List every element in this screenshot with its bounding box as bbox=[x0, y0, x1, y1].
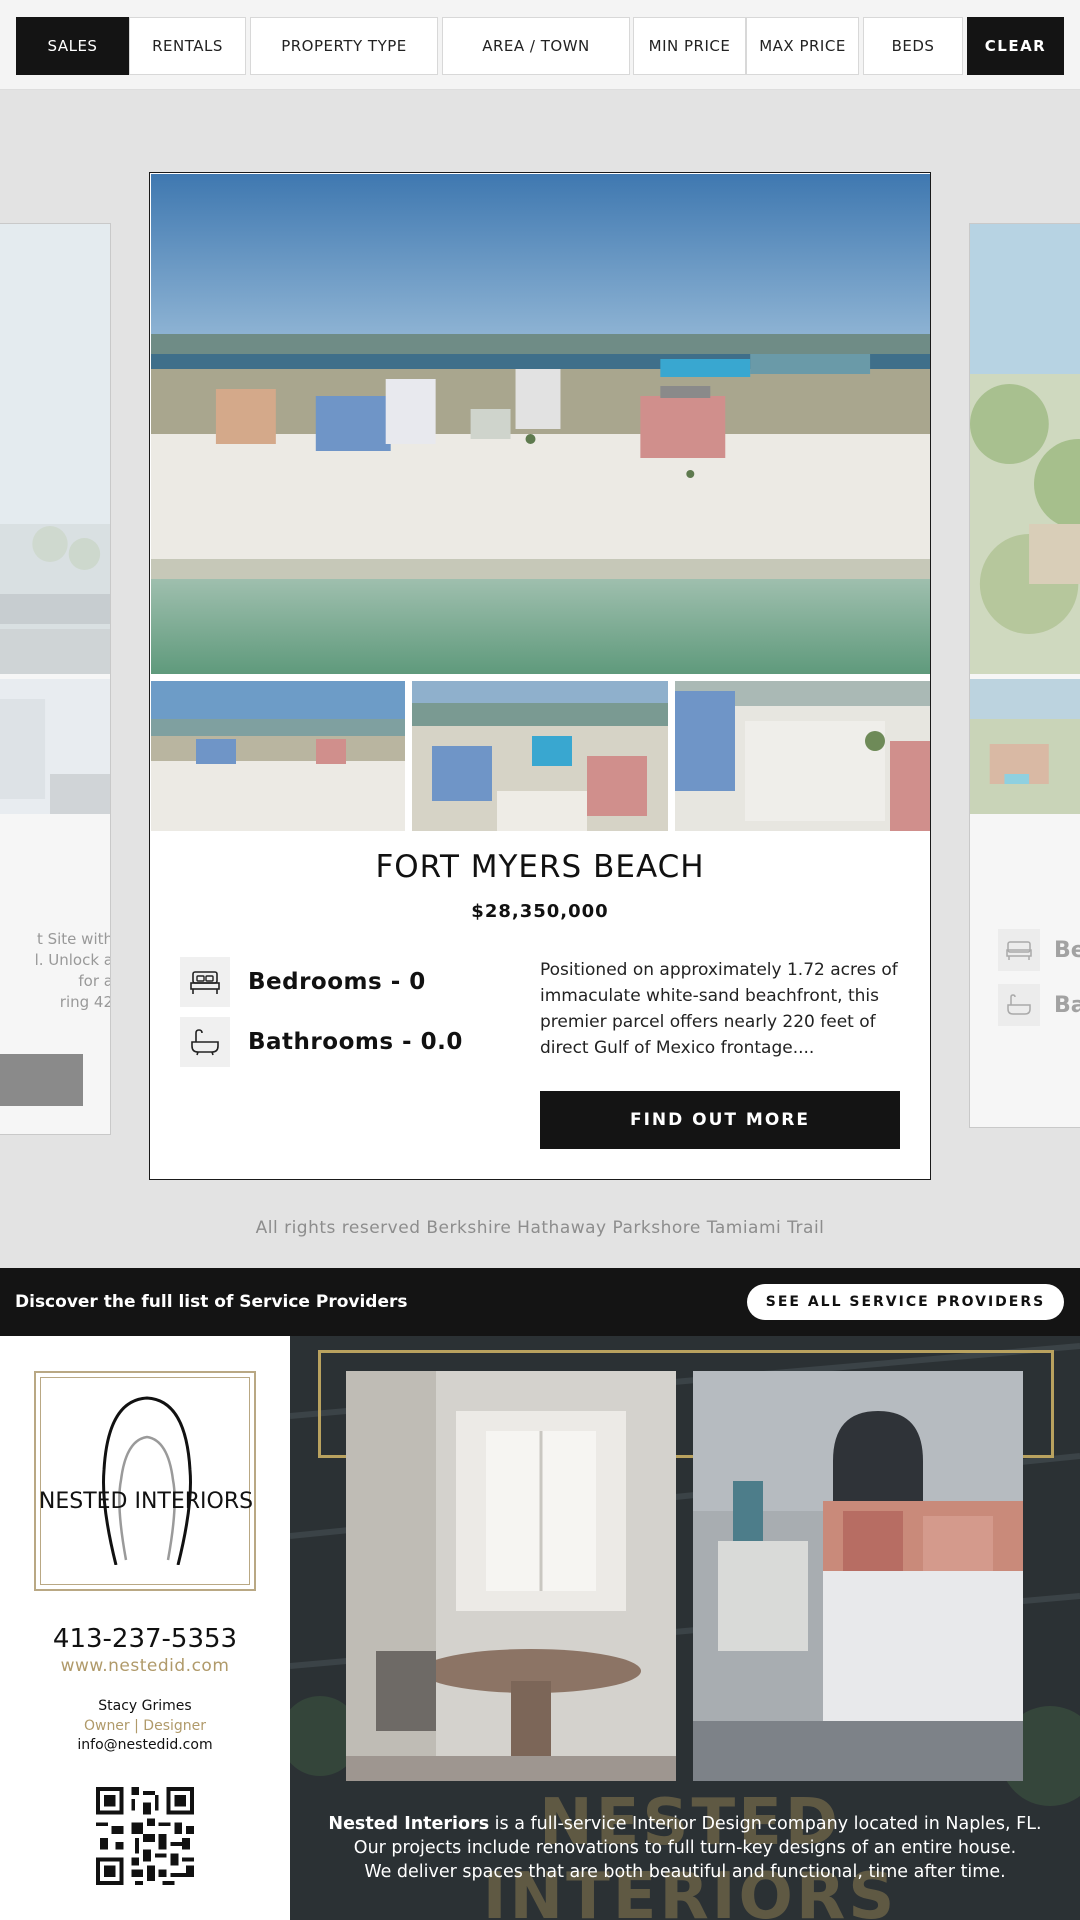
previous-text-line: ring 42 bbox=[59, 993, 111, 1011]
next-bathrooms-label: Ba bbox=[1054, 992, 1080, 1018]
listing-card: FORT MYERS BEACH $28,350,000 Bedrooms - … bbox=[149, 172, 931, 1180]
nested-arch-icon bbox=[102, 1396, 192, 1565]
office-interior-photo bbox=[346, 1371, 676, 1781]
qr-code bbox=[96, 1787, 194, 1885]
ad-description: Nested Interiors is a full-service Inter… bbox=[310, 1812, 1060, 1884]
next-bedrooms-row: Be bbox=[998, 929, 1080, 971]
next-listing-card[interactable]: Be Ba bbox=[969, 223, 1080, 1128]
previous-listing-image bbox=[0, 224, 110, 674]
clear-button[interactable]: CLEAR bbox=[967, 17, 1064, 75]
listing-description: Positioned on approximately 1.72 acres o… bbox=[540, 960, 898, 1058]
advertiser-banner[interactable]: NESTED INTERIORS Nested Interiors is a f… bbox=[290, 1336, 1080, 1920]
bedroom-interior-photo bbox=[693, 1371, 1023, 1781]
listing-hero-image[interactable] bbox=[151, 174, 930, 674]
previous-text-line: for a bbox=[78, 972, 111, 990]
beds-dropdown[interactable]: BEDS bbox=[863, 17, 963, 75]
advertiser-contact-panel[interactable]: NESTED INTERIORS 413-237-5353 www.nested… bbox=[0, 1336, 290, 1920]
next-bathrooms-row: Ba bbox=[998, 984, 1080, 1026]
listing-price: $28,350,000 bbox=[471, 901, 609, 922]
previous-find-out-more-button[interactable] bbox=[0, 1054, 83, 1106]
rentals-tab[interactable]: RENTALS bbox=[129, 17, 246, 75]
previous-text-line: l. Unlock a bbox=[34, 951, 111, 969]
listing-thumb-3[interactable] bbox=[675, 681, 930, 831]
sales-tab[interactable]: SALES bbox=[16, 17, 129, 75]
advertiser-contact-name: Stacy Grimes bbox=[98, 1698, 192, 1714]
listing-thumb-2[interactable] bbox=[412, 681, 668, 831]
next-listing-thumb bbox=[970, 679, 1080, 814]
advertiser-website-link[interactable]: www.nestedid.com bbox=[0, 1656, 290, 1676]
nested-interiors-logo[interactable]: NESTED INTERIORS bbox=[34, 1371, 256, 1591]
bedrooms-label: Bedrooms - 0 bbox=[248, 969, 426, 995]
property-type-dropdown[interactable]: PROPERTY TYPE bbox=[250, 17, 438, 75]
area-town-dropdown[interactable]: AREA / TOWN bbox=[442, 17, 630, 75]
ad-copy-line: is a full-service Interior Design compan… bbox=[489, 1814, 1042, 1834]
bed-icon bbox=[998, 929, 1040, 971]
listing-thumb-1[interactable] bbox=[151, 681, 405, 831]
listing-title: FORT MYERS BEACH bbox=[375, 849, 705, 885]
logo-wordmark: NESTED INTERIORS bbox=[38, 1489, 254, 1514]
advertiser-contact-role: Owner | Designer bbox=[83, 1718, 207, 1734]
previous-listing-card[interactable]: t Site with l. Unlock a for a ring 42 bbox=[0, 223, 111, 1135]
bedrooms-row: Bedrooms - 0 bbox=[180, 957, 426, 1007]
bathtub-icon bbox=[998, 984, 1040, 1026]
next-listing-image bbox=[970, 224, 1080, 674]
bathrooms-row: Bathrooms - 0.0 bbox=[180, 1017, 463, 1067]
filter-bar: SALES RENTALS PROPERTY TYPE AREA / TOWN … bbox=[0, 0, 1080, 90]
service-providers-bar: Discover the full list of Service Provid… bbox=[0, 1268, 1080, 1336]
previous-text-line: t Site with bbox=[36, 930, 111, 948]
previous-listing-thumb bbox=[0, 679, 110, 814]
bed-icon bbox=[180, 957, 230, 1007]
bathtub-icon bbox=[180, 1017, 230, 1067]
see-all-service-providers-button[interactable]: SEE ALL SERVICE PROVIDERS bbox=[747, 1284, 1064, 1320]
advertiser-phone[interactable]: 413-237-5353 bbox=[0, 1624, 290, 1654]
min-price-dropdown[interactable]: MIN PRICE bbox=[633, 17, 746, 75]
ad-copy-line: We deliver spaces that are both beautifu… bbox=[364, 1862, 1006, 1882]
bathrooms-label: Bathrooms - 0.0 bbox=[248, 1029, 463, 1055]
max-price-dropdown[interactable]: MAX PRICE bbox=[746, 17, 859, 75]
advertiser-email-link[interactable]: info@nestedid.com bbox=[0, 1737, 290, 1753]
ad-copy-line: Our projects include renovations to full… bbox=[353, 1838, 1017, 1858]
next-bedrooms-label: Be bbox=[1054, 937, 1080, 963]
ad-brand-name: Nested Interiors bbox=[328, 1814, 490, 1834]
service-providers-text: Discover the full list of Service Provid… bbox=[15, 1292, 408, 1312]
previous-listing-description: t Site with l. Unlock a for a ring 42 bbox=[1, 929, 111, 1013]
find-out-more-button[interactable]: FIND OUT MORE bbox=[540, 1091, 900, 1149]
copyright-text: All rights reserved Berkshire Hathaway P… bbox=[255, 1218, 825, 1238]
